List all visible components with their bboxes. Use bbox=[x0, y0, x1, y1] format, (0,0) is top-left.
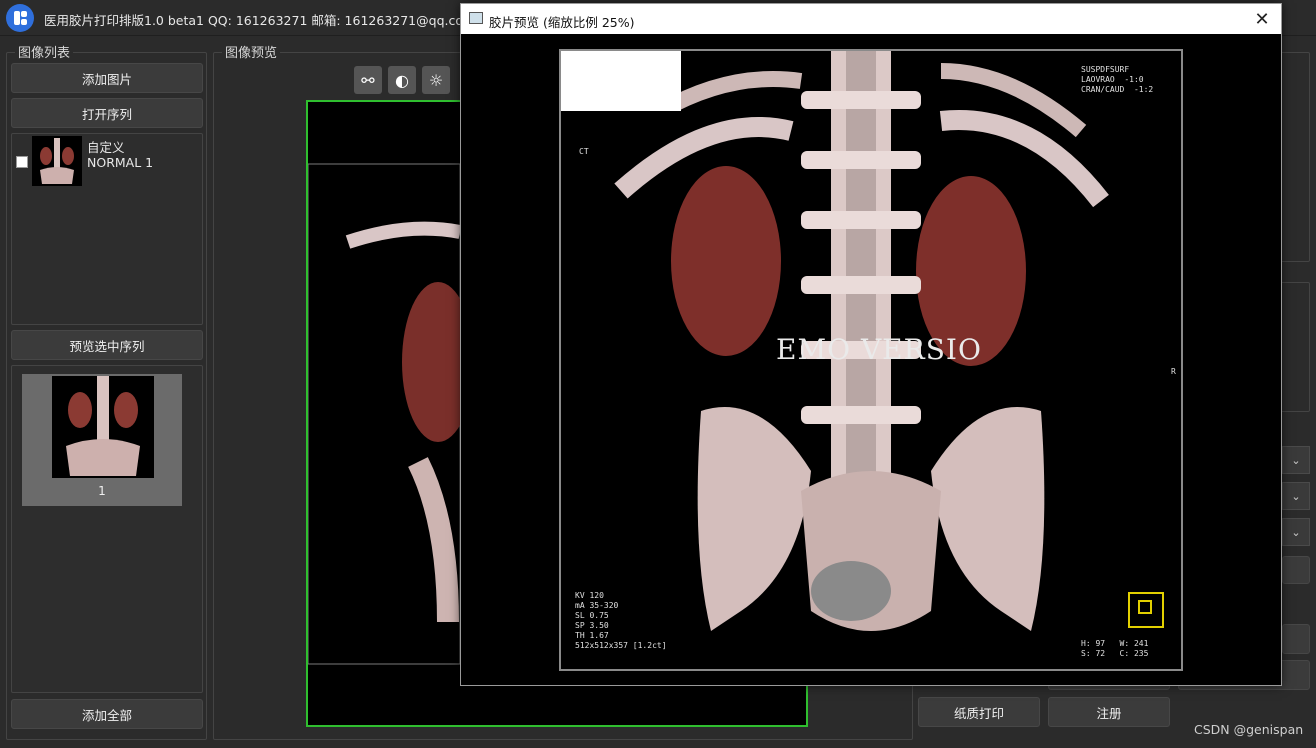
overlay-top-right: SUSPDFSURF LAOVRAO -1:0 CRAN/CAUD -1:2 bbox=[1081, 65, 1154, 94]
close-icon[interactable]: ✕ bbox=[1251, 8, 1273, 30]
brightness-reset-icon[interactable]: ☼ bbox=[422, 66, 450, 94]
overlay-bottom-left: KV 120 mA 35-320 SL 0.75 SP 3.50 TH 1.67… bbox=[575, 591, 667, 650]
right-panel-button-b[interactable] bbox=[1282, 624, 1310, 654]
ct-thumbnail-image bbox=[32, 136, 82, 186]
dropdown-2[interactable]: ⌄ bbox=[1282, 482, 1310, 510]
app-logo-icon bbox=[6, 4, 34, 32]
right-panel-button-a[interactable] bbox=[1282, 556, 1310, 584]
film-preview-dialog: 胶片预览 (缩放比例 25%) ✕ EMO VERSIO CT SUSPDFSU… bbox=[460, 3, 1282, 686]
paper-print-button[interactable]: 纸质打印 bbox=[918, 697, 1040, 727]
list-item-checkbox[interactable] bbox=[16, 156, 28, 168]
ct-series-image bbox=[52, 376, 154, 478]
csdn-watermark: CSDN @genispan bbox=[1194, 722, 1304, 737]
link-icon[interactable]: ⚯ bbox=[354, 66, 382, 94]
series-number: 1 bbox=[98, 484, 106, 498]
orientation-right-label: R bbox=[1171, 367, 1176, 376]
series-item[interactable]: 1 bbox=[22, 374, 182, 506]
preview-selected-series-button[interactable]: 预览选中序列 bbox=[11, 330, 203, 360]
demo-version-watermark: EMO VERSIO bbox=[776, 333, 982, 366]
image-preview-label: 图像预览 bbox=[222, 42, 281, 61]
dialog-title: 胶片预览 (缩放比例 25%) bbox=[489, 15, 635, 30]
list-item-sub: NORMAL 1 bbox=[87, 155, 154, 170]
right-panel-box-1 bbox=[1280, 52, 1310, 262]
overlay-bottom-right: H: 97 W: 241 S: 72 C: 235 bbox=[1081, 639, 1149, 658]
list-item-thumbnail[interactable] bbox=[32, 136, 82, 186]
right-panel-box-2 bbox=[1280, 282, 1310, 412]
dropdown-1[interactable]: ⌄ bbox=[1282, 446, 1310, 474]
series-thumbnail bbox=[52, 376, 154, 478]
register-button[interactable]: 注册 bbox=[1048, 697, 1170, 727]
open-series-button[interactable]: 打开序列 bbox=[11, 98, 203, 128]
add-all-button[interactable]: 添加全部 bbox=[11, 699, 203, 729]
dialog-title-bar: 胶片预览 (缩放比例 25%) ✕ bbox=[461, 4, 1281, 34]
window-title: 医用胶片打印排版1.0 beta1 QQ: 161263271 邮箱: 1612… bbox=[44, 13, 476, 28]
film-image[interactable]: EMO VERSIO CT SUSPDFSURF LAOVRAO -1:0 CR… bbox=[559, 49, 1183, 671]
image-list-label: 图像列表 bbox=[15, 42, 74, 61]
brightness-icon[interactable]: ◐ bbox=[388, 66, 416, 94]
list-item-name: 自定义 bbox=[87, 140, 125, 155]
overlay-top-left-marker: CT bbox=[579, 147, 589, 156]
dialog-window-icon bbox=[469, 12, 483, 24]
add-image-button[interactable]: 添加图片 bbox=[11, 63, 203, 93]
dropdown-3[interactable]: ⌄ bbox=[1282, 518, 1310, 546]
